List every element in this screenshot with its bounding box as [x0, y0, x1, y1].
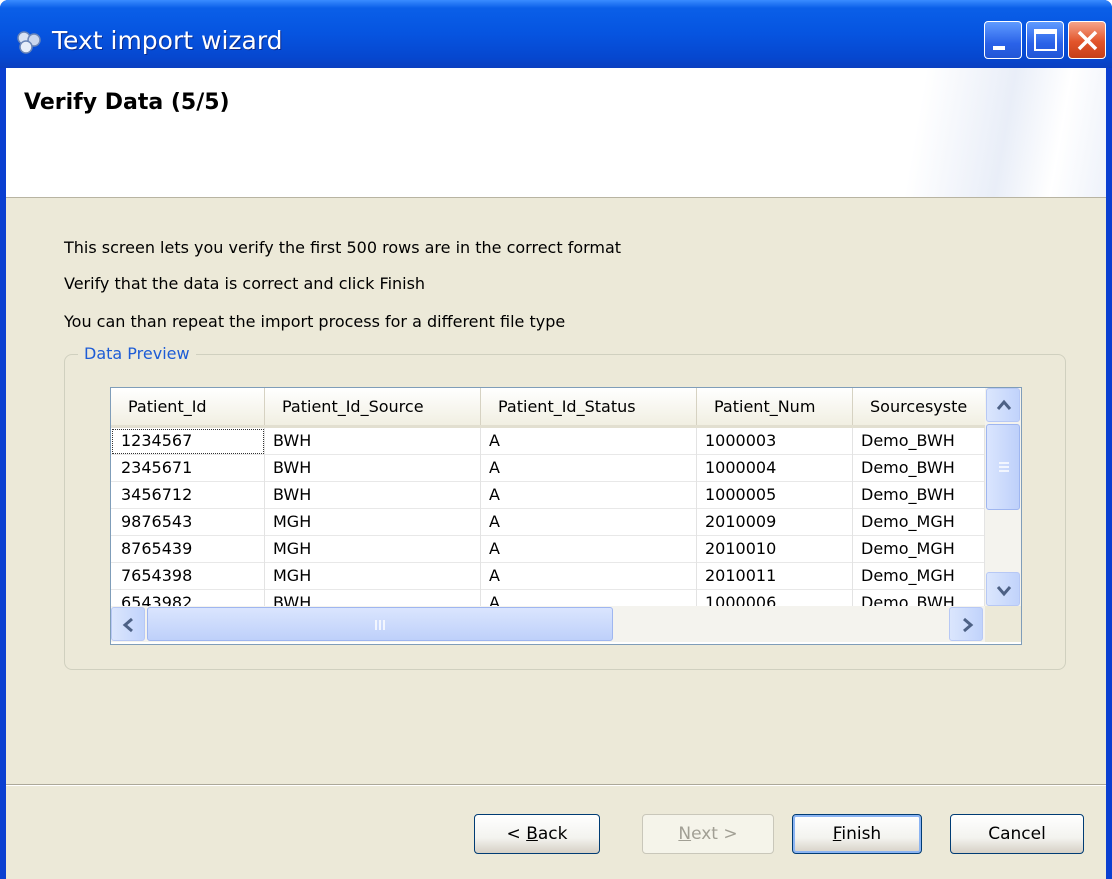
table-cell: 1000006 — [697, 590, 853, 606]
scroll-left-button[interactable] — [111, 607, 145, 641]
table-cell: Demo_BWH — [853, 428, 985, 455]
cancel-button[interactable]: Cancel — [950, 814, 1084, 854]
table-row[interactable]: 8765439 MGH A 2010010 Demo_MGH — [111, 536, 985, 563]
table-cell: Demo_MGH — [853, 509, 985, 536]
table-cell: 2345671 — [111, 455, 265, 482]
data-preview-table[interactable]: Patient_Id Patient_Id_Source Patient_Id_… — [110, 387, 1022, 645]
close-icon — [1077, 30, 1098, 51]
chevron-up-icon — [996, 399, 1012, 410]
intro-line-2: Verify that the data is correct and clic… — [64, 274, 426, 293]
scroll-up-button[interactable] — [986, 388, 1020, 422]
app-icon — [17, 31, 41, 54]
column-header[interactable]: Sourcesyste — [853, 388, 985, 425]
vertical-scrollbar[interactable] — [985, 388, 1021, 606]
table-cell: Demo_MGH — [853, 563, 985, 590]
table-cell: 2010009 — [697, 509, 853, 536]
table-cell: 3456712 — [111, 482, 265, 509]
grip-icon — [375, 620, 385, 630]
table-row[interactable]: 7654398 MGH A 2010011 Demo_MGH — [111, 563, 985, 590]
table-cell: 2010011 — [697, 563, 853, 590]
column-header[interactable]: Patient_Id_Source — [265, 388, 481, 425]
next-label: ext > — [691, 824, 738, 844]
table-cell: A — [481, 482, 697, 509]
table-cell: A — [481, 428, 697, 455]
table-cell: 1234567 — [111, 428, 265, 455]
title-bar[interactable]: Text import wizard — [0, 0, 1112, 68]
table-cell: BWH — [265, 428, 481, 455]
minimize-button[interactable] — [984, 21, 1022, 59]
back-label: ack — [537, 824, 568, 844]
table-cell: 7654398 — [111, 563, 265, 590]
table-cell: A — [481, 455, 697, 482]
wizard-window: Text import wizard Verify Data (5/5) Thi… — [0, 0, 1112, 879]
window-title: Text import wizard — [52, 26, 283, 55]
finish-label: inish — [841, 824, 882, 844]
table-cell: Demo_MGH — [853, 536, 985, 563]
column-header[interactable]: Patient_Id_Status — [481, 388, 697, 425]
vertical-scroll-thumb[interactable] — [986, 424, 1020, 510]
table-row[interactable]: 3456712 BWH A 1000005 Demo_BWH — [111, 482, 985, 509]
maximize-icon — [1034, 29, 1057, 51]
table-row[interactable]: 6543982 BWH A 1000006 Demo_BWH — [111, 590, 985, 606]
table-body: 1234567 BWH A 1000003 Demo_BWH 2345671 B… — [111, 428, 985, 606]
scroll-right-button[interactable] — [949, 607, 983, 641]
chevron-right-icon — [963, 617, 974, 633]
grip-icon — [999, 462, 1009, 472]
table-cell: 1000004 — [697, 455, 853, 482]
dialog-body: Verify Data (5/5) This screen lets you v… — [6, 68, 1106, 879]
close-button[interactable] — [1068, 21, 1106, 59]
table-cell: 1000005 — [697, 482, 853, 509]
wizard-header: Verify Data (5/5) — [6, 68, 1106, 198]
back-button[interactable]: < Back — [474, 814, 600, 854]
next-button[interactable]: Next > — [642, 814, 774, 854]
finish-button[interactable]: Finish — [792, 814, 922, 854]
table-header: Patient_Id Patient_Id_Source Patient_Id_… — [111, 388, 985, 428]
table-cell: MGH — [265, 563, 481, 590]
table-cell: 8765439 — [111, 536, 265, 563]
scrollbar-corner — [985, 606, 1021, 642]
table-cell: Demo_BWH — [853, 590, 985, 606]
table-cell: 9876543 — [111, 509, 265, 536]
horizontal-scroll-thumb[interactable] — [147, 607, 613, 641]
table-cell: 6543982 — [111, 590, 265, 606]
table-cell: BWH — [265, 482, 481, 509]
table-cell: 1000003 — [697, 428, 853, 455]
table-cell: Demo_BWH — [853, 482, 985, 509]
column-header[interactable]: Patient_Id — [111, 388, 265, 425]
maximize-button[interactable] — [1026, 21, 1064, 59]
table-cell: 2010010 — [697, 536, 853, 563]
chevron-down-icon — [996, 586, 1012, 597]
page-title: Verify Data (5/5) — [24, 90, 230, 115]
table-cell: A — [481, 509, 697, 536]
chevron-left-icon — [122, 617, 133, 633]
table-cell: MGH — [265, 509, 481, 536]
minimize-icon — [993, 46, 1005, 50]
table-row[interactable]: 1234567 BWH A 1000003 Demo_BWH — [111, 428, 985, 455]
back-mnemonic: B — [526, 824, 538, 844]
table-cell: A — [481, 536, 697, 563]
horizontal-scrollbar[interactable] — [111, 606, 985, 642]
table-cell: Demo_BWH — [853, 455, 985, 482]
table-cell: BWH — [265, 455, 481, 482]
next-mnemonic: N — [678, 824, 692, 844]
footer-divider — [6, 784, 1106, 786]
table-row[interactable]: 9876543 MGH A 2010009 Demo_MGH — [111, 509, 985, 536]
table-row[interactable]: 2345671 BWH A 1000004 Demo_BWH — [111, 455, 985, 482]
table-cell: A — [481, 590, 697, 606]
intro-line-3: You can than repeat the import process f… — [64, 312, 566, 331]
scroll-down-button[interactable] — [986, 572, 1020, 606]
column-header[interactable]: Patient_Num — [697, 388, 853, 425]
data-preview-label: Data Preview — [78, 344, 196, 363]
table-cell: BWH — [265, 590, 481, 606]
intro-line-1: This screen lets you verify the first 50… — [64, 238, 622, 257]
table-cell: A — [481, 563, 697, 590]
table-cell: MGH — [265, 536, 481, 563]
back-prefix: < — [506, 824, 527, 844]
